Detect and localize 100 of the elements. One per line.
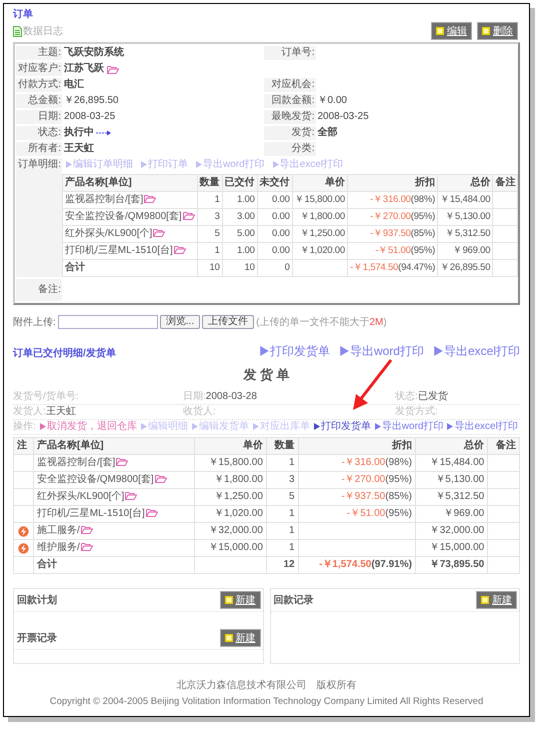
column-header: 已交付: [222, 174, 258, 192]
field-label: 分类:: [264, 142, 316, 156]
folder-icon[interactable]: [182, 211, 195, 220]
discount-text: -￥1,574.50(97.91%): [319, 559, 412, 570]
table-cell: ￥15,000.00: [415, 540, 488, 556]
table-cell: 0.00: [257, 242, 292, 260]
action-link[interactable]: 打印发货单: [314, 420, 371, 434]
action-button[interactable]: 编辑: [431, 22, 472, 40]
print-link[interactable]: 导出word打印: [340, 343, 424, 360]
column-header: 注: [14, 438, 34, 454]
table-cell: 3: [197, 208, 222, 226]
table-cell: ￥5,312.50: [438, 226, 493, 242]
column-header: 折扣: [347, 174, 438, 192]
table-cell: 3: [266, 472, 298, 488]
folder-icon[interactable]: [144, 194, 156, 203]
table-cell: 1: [266, 506, 298, 522]
product-name: 红外探头/KL900[个]: [65, 228, 152, 239]
panel-title: 回款记录: [274, 594, 314, 607]
product-name: 打印机/三星ML-1510[台]: [65, 245, 173, 256]
upload-label: 附件上传:: [13, 316, 56, 329]
order-link[interactable]: 编辑订单明细: [66, 158, 133, 172]
field-label: 所有者:: [16, 142, 62, 156]
triangle-icon: [196, 161, 202, 168]
table-cell: ￥32,000.00: [194, 522, 266, 540]
arrow-icon[interactable]: [96, 130, 112, 136]
browse-button[interactable]: 浏览...: [160, 315, 200, 329]
table-cell: ￥15,484.00: [415, 454, 488, 472]
folder-icon[interactable]: [125, 491, 138, 500]
product-name: 打印机/三星ML-1510[台]: [36, 508, 145, 519]
folder-icon[interactable]: [154, 474, 167, 483]
customer-link[interactable]: 江苏飞跃: [64, 62, 104, 76]
field-label: 日期:: [183, 391, 206, 402]
folder-icon[interactable]: [107, 64, 119, 74]
discount-text: -￥937.50(85%): [370, 228, 436, 239]
new-button[interactable]: 新建: [220, 591, 260, 609]
table-cell: ￥1,250.00: [194, 488, 266, 506]
square-icon: [482, 27, 490, 35]
folder-icon[interactable]: [116, 457, 128, 466]
table-cell: ￥969.00: [415, 506, 488, 522]
triangle-icon: [447, 423, 454, 430]
field-value: 王天虹: [64, 142, 94, 156]
table-cell: ￥15,800.00: [292, 192, 348, 208]
table-cell: ￥32,000.00: [415, 522, 488, 540]
field-value: 已发货: [418, 391, 448, 402]
column-header: 折扣: [298, 438, 416, 454]
new-button[interactable]: 新建: [220, 629, 260, 647]
table-cell: ￥5,130.00: [415, 472, 488, 488]
column-header: 数量: [197, 174, 222, 192]
triangle-icon: [40, 423, 46, 430]
table-cell: ￥5,130.00: [438, 208, 493, 226]
triangle-icon: [272, 161, 279, 168]
table-cell: ￥15,800.00: [194, 454, 266, 472]
discount-text: -￥316.00(98%): [370, 194, 436, 205]
column-header: 备注: [488, 438, 520, 454]
square-icon: [481, 596, 489, 604]
folder-icon[interactable]: [80, 525, 93, 534]
table-cell: ￥1,800.00: [292, 208, 348, 226]
company-text: 北京沃力森信息技术有限公司 版权所有: [176, 680, 356, 691]
action-button[interactable]: 删除: [477, 22, 518, 40]
print-link[interactable]: 打印发货单: [260, 343, 330, 360]
data-log-link[interactable]: 数据日志: [13, 24, 63, 38]
square-icon: [224, 634, 232, 642]
product-name: 红外探头/KL900[个]: [36, 491, 124, 502]
document-icon: [13, 26, 22, 36]
folder-icon[interactable]: [153, 228, 166, 237]
column-header: 单价: [292, 174, 348, 192]
table-cell: 5: [266, 488, 298, 506]
table-cell: 1: [266, 522, 298, 540]
triangle-icon: [141, 161, 147, 168]
order-link[interactable]: 打印订单: [141, 158, 188, 172]
column-header: 产品名称[单位]: [62, 174, 198, 192]
table-cell: 1: [266, 540, 298, 556]
folder-icon[interactable]: [174, 245, 186, 254]
table-cell: ￥1,020.00: [194, 506, 266, 522]
order-link[interactable]: 导出word打印: [196, 158, 265, 172]
action-link[interactable]: 取消发货，退回仓库: [40, 420, 137, 434]
product-name: 施工服务/: [36, 525, 80, 536]
upload-button[interactable]: 上传文件: [202, 315, 254, 329]
folder-icon[interactable]: [80, 542, 93, 551]
print-link[interactable]: 导出excel打印: [434, 343, 520, 360]
field-label: 订单号:: [264, 46, 316, 60]
upload-field[interactable]: [58, 315, 158, 329]
field-label: 回款金额:: [264, 94, 316, 108]
table-cell: ￥15,000.00: [194, 540, 266, 556]
field-label: 付款方式:: [16, 78, 62, 92]
field-value: 飞跃安防系统: [64, 46, 124, 60]
folder-icon[interactable]: [146, 508, 158, 517]
field-label: 状态:: [16, 126, 62, 140]
discount-text: -￥270.00(95%): [370, 211, 436, 222]
field-value: ￥26,895.50: [64, 94, 118, 108]
order-link[interactable]: 导出excel打印: [272, 158, 344, 172]
table-cell: 12: [266, 556, 298, 574]
action-link[interactable]: 导出excel打印: [447, 420, 518, 434]
new-button[interactable]: 新建: [476, 591, 517, 609]
action-link[interactable]: 导出word打印: [374, 420, 444, 434]
column-header: 总价: [415, 438, 488, 454]
pointer-arrow: [351, 359, 393, 411]
page-title: 订单: [13, 8, 33, 21]
discount-text: -￥316.00(98%): [341, 457, 412, 468]
field-label: 总金额:: [16, 94, 62, 108]
